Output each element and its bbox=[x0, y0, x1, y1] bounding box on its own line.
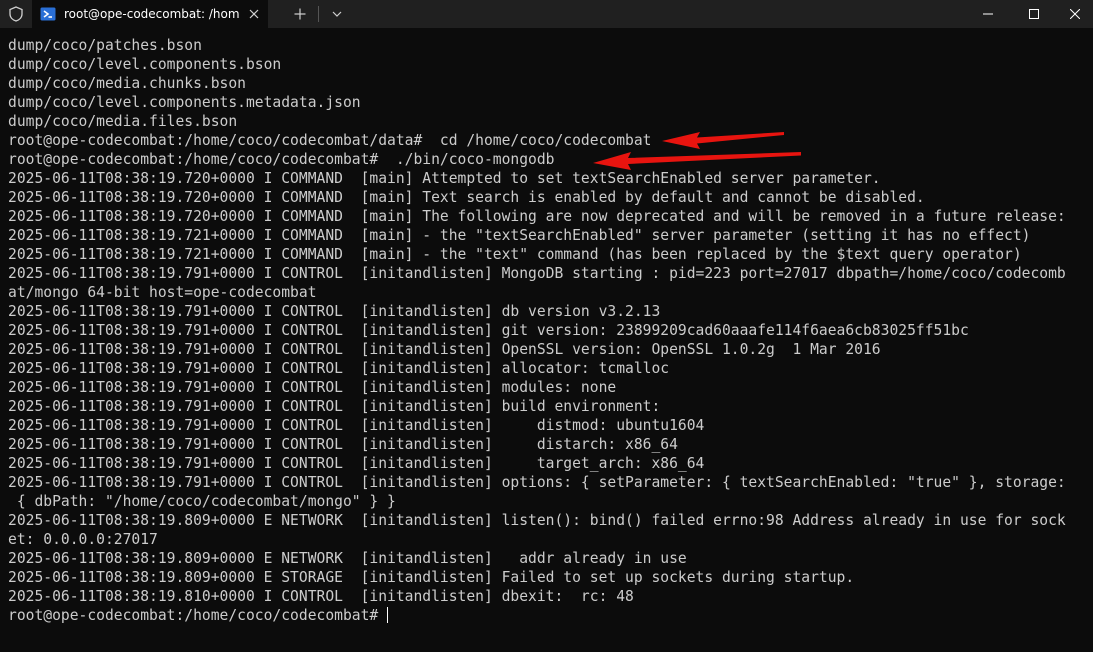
title-bar: root@ope-codecombat: /hom bbox=[0, 0, 1093, 28]
close-window-button[interactable] bbox=[1057, 0, 1093, 28]
shield-icon[interactable] bbox=[0, 0, 32, 28]
close-tab-icon[interactable] bbox=[244, 4, 264, 24]
terminal-line: 2025-06-11T08:38:19.791+0000 I CONTROL [… bbox=[8, 398, 661, 415]
command-line-cd: root@ope-codecombat:/home/coco/codecomba… bbox=[8, 132, 652, 149]
terminal-line: { dbPath: "/home/coco/codecombat/mongo" … bbox=[8, 493, 396, 510]
terminal-line: dump/coco/media.chunks.bson bbox=[8, 75, 246, 92]
terminal-line: 2025-06-11T08:38:19.791+0000 I CONTROL [… bbox=[8, 455, 705, 472]
tab-title: root@ope-codecombat: /hom bbox=[64, 7, 240, 21]
terminal-line: 2025-06-11T08:38:19.810+0000 I CONTROL [… bbox=[8, 588, 634, 605]
maximize-button[interactable] bbox=[1011, 0, 1057, 28]
maximize-icon bbox=[1029, 9, 1039, 19]
chevron-down-icon bbox=[332, 11, 342, 17]
tab-dropdown-button[interactable] bbox=[323, 0, 351, 28]
terminal-line: 2025-06-11T08:38:19.720+0000 I COMMAND [… bbox=[8, 189, 925, 206]
terminal-line: 2025-06-11T08:38:19.791+0000 I CONTROL [… bbox=[8, 303, 661, 320]
terminal-line: 2025-06-11T08:38:19.721+0000 I COMMAND [… bbox=[8, 246, 1022, 263]
powershell-icon bbox=[40, 6, 56, 22]
terminal-line: at/mongo 64-bit host=ope-codecombat bbox=[8, 284, 317, 301]
terminal-line: 2025-06-11T08:38:19.791+0000 I CONTROL [… bbox=[8, 379, 617, 396]
shell-prompt: root@ope-codecombat:/home/coco/codecomba… bbox=[8, 607, 388, 624]
terminal-line: 2025-06-11T08:38:19.809+0000 E NETWORK [… bbox=[8, 512, 1066, 529]
terminal-line: 2025-06-11T08:38:19.791+0000 I CONTROL [… bbox=[8, 436, 678, 453]
new-tab-button[interactable] bbox=[286, 0, 314, 28]
titlebar-divider bbox=[318, 6, 319, 22]
terminal-line: dump/coco/level.components.bson bbox=[8, 56, 282, 73]
text-cursor bbox=[387, 607, 389, 623]
close-icon bbox=[1070, 9, 1080, 19]
terminal-line: dump/coco/level.components.metadata.json bbox=[8, 94, 361, 111]
terminal-line: 2025-06-11T08:38:19.791+0000 I CONTROL [… bbox=[8, 265, 1066, 282]
terminal-line: 2025-06-11T08:38:19.809+0000 E NETWORK [… bbox=[8, 550, 687, 567]
terminal-line: 2025-06-11T08:38:19.720+0000 I COMMAND [… bbox=[8, 208, 1066, 225]
terminal-output[interactable]: dump/coco/patches.bson dump/coco/level.c… bbox=[8, 36, 1090, 644]
terminal-line: 2025-06-11T08:38:19.791+0000 I CONTROL [… bbox=[8, 322, 969, 339]
prompt-line[interactable]: root@ope-codecombat:/home/coco/codecomba… bbox=[8, 606, 1090, 625]
minimize-icon bbox=[983, 13, 993, 15]
terminal-line: 2025-06-11T08:38:19.791+0000 I CONTROL [… bbox=[8, 474, 1066, 491]
minimize-button[interactable] bbox=[965, 0, 1011, 28]
plus-icon bbox=[294, 8, 306, 20]
terminal-line: dump/coco/media.files.bson bbox=[8, 113, 238, 130]
terminal-line: et: 0.0.0.0:27017 bbox=[8, 531, 158, 548]
terminal-line: 2025-06-11T08:38:19.721+0000 I COMMAND [… bbox=[8, 227, 1031, 244]
terminal-line: 2025-06-11T08:38:19.720+0000 I COMMAND [… bbox=[8, 170, 881, 187]
terminal-window: root@ope-codecombat: /hom dump/coco/patc… bbox=[0, 0, 1093, 652]
terminal-line: 2025-06-11T08:38:19.809+0000 E STORAGE [… bbox=[8, 569, 855, 586]
tab-terminal[interactable]: root@ope-codecombat: /hom bbox=[32, 0, 268, 28]
terminal-line: dump/coco/patches.bson bbox=[8, 37, 202, 54]
command-line-mongodb: root@ope-codecombat:/home/coco/codecomba… bbox=[8, 151, 555, 168]
terminal-line: 2025-06-11T08:38:19.791+0000 I CONTROL [… bbox=[8, 341, 881, 358]
terminal-line: 2025-06-11T08:38:19.791+0000 I CONTROL [… bbox=[8, 417, 705, 434]
terminal-line: 2025-06-11T08:38:19.791+0000 I CONTROL [… bbox=[8, 360, 670, 377]
